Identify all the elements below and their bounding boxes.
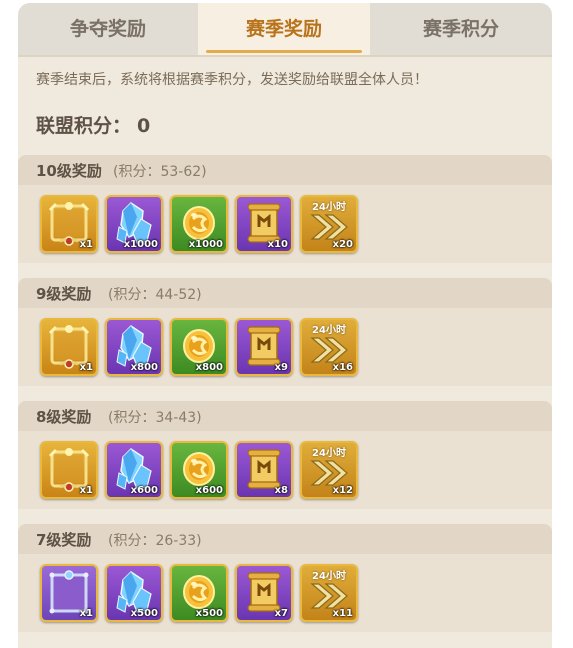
item-quantity: x16: [332, 362, 353, 373]
item-quantity: x11: [332, 608, 353, 619]
reward-item[interactable]: x500: [170, 564, 228, 622]
tier-header: 7级奖励 (积分：26-33): [18, 524, 552, 554]
tab-divider: [18, 55, 552, 57]
item-quantity: x1: [79, 362, 93, 373]
item-quantity: x800: [130, 362, 158, 373]
reward-tier: 10级奖励 (积分：53-62) x1 x1000 x1000 x10 24小时 x20: [18, 155, 552, 263]
item-duration-label: 24小时: [312, 571, 346, 582]
tier-title: 9级奖励: [36, 285, 92, 303]
item-quantity: x1: [79, 239, 93, 250]
item-quantity: x9: [274, 362, 288, 373]
item-quantity: x600: [195, 485, 223, 496]
reward-item[interactable]: x1: [40, 564, 98, 622]
tier-title: 7级奖励: [36, 531, 92, 549]
item-duration-label: 24小时: [312, 325, 346, 336]
item-quantity: x600: [130, 485, 158, 496]
active-tab-underline: [206, 50, 362, 53]
season-reward-panel: 争夺奖励 赛季奖励 赛季积分 赛季结束后，系统将根据赛季积分，发送奖励给联盟全体…: [18, 3, 552, 648]
reward-item[interactable]: 24小时 x11: [300, 564, 358, 622]
reward-tier: 7级奖励 (积分：26-33) x1 x500 x500 x7 24小时 x11: [18, 524, 552, 632]
reward-item[interactable]: x9: [235, 318, 293, 376]
reward-item[interactable]: x7: [235, 564, 293, 622]
reward-item[interactable]: x1: [40, 195, 98, 253]
item-quantity: x1000: [188, 239, 223, 250]
reward-item[interactable]: x600: [105, 441, 163, 499]
tier-header: 8级奖励 (积分：34-43): [18, 401, 552, 431]
reward-tier: 9级奖励 (积分：44-52) x1 x800 x800 x9 24小时 x16: [18, 278, 552, 386]
item-quantity: x1: [79, 485, 93, 496]
item-quantity: x500: [195, 608, 223, 619]
tier-header: 10级奖励 (积分：53-62): [18, 155, 552, 185]
reward-item[interactable]: x1: [40, 441, 98, 499]
tab-contest-rewards[interactable]: 争夺奖励: [18, 3, 198, 55]
alliance-score: 联盟积分： 0: [36, 111, 150, 138]
tab-season-rewards-label: 赛季奖励: [245, 18, 322, 40]
alliance-score-label: 联盟积分：: [36, 115, 132, 137]
item-quantity: x20: [332, 239, 353, 250]
item-quantity: x10: [267, 239, 288, 250]
item-quantity: x7: [274, 608, 288, 619]
reward-item[interactable]: x8: [235, 441, 293, 499]
item-quantity: x800: [195, 362, 223, 373]
reward-item[interactable]: x800: [105, 318, 163, 376]
reward-item[interactable]: x1000: [105, 195, 163, 253]
tier-score-range: (积分：53-62): [113, 164, 207, 180]
item-quantity: x1: [79, 608, 93, 619]
item-quantity: x8: [274, 485, 288, 496]
reward-item[interactable]: x1: [40, 318, 98, 376]
season-notice: 赛季结束后，系统将根据赛季积分，发送奖励给联盟全体人员！: [36, 72, 428, 88]
reward-item[interactable]: x500: [105, 564, 163, 622]
reward-item[interactable]: 24小时 x12: [300, 441, 358, 499]
reward-item[interactable]: x800: [170, 318, 228, 376]
tier-header: 9级奖励 (积分：44-52): [18, 278, 552, 308]
item-duration-label: 24小时: [312, 202, 346, 213]
reward-item[interactable]: x600: [170, 441, 228, 499]
tab-bar: 争夺奖励 赛季奖励 赛季积分: [18, 3, 552, 57]
reward-item[interactable]: 24小时 x16: [300, 318, 358, 376]
item-quantity: x1000: [123, 239, 158, 250]
tier-score-range: (积分：26-33): [108, 533, 202, 549]
reward-item[interactable]: 24小时 x20: [300, 195, 358, 253]
tier-score-range: (积分：44-52): [108, 287, 202, 303]
alliance-score-value: 0: [137, 115, 151, 137]
reward-item[interactable]: x10: [235, 195, 293, 253]
item-quantity: x500: [130, 608, 158, 619]
tier-title: 10级奖励: [36, 162, 102, 180]
item-duration-label: 24小时: [312, 448, 346, 459]
tier-score-range: (积分：34-43): [108, 410, 202, 426]
tab-season-rewards[interactable]: 赛季奖励: [198, 3, 370, 55]
reward-tier: 8级奖励 (积分：34-43) x1 x600 x600 x8 24小时 x12: [18, 401, 552, 509]
item-quantity: x12: [332, 485, 353, 496]
tab-season-points[interactable]: 赛季积分: [370, 3, 552, 55]
tier-title: 8级奖励: [36, 408, 92, 426]
reward-item[interactable]: x1000: [170, 195, 228, 253]
